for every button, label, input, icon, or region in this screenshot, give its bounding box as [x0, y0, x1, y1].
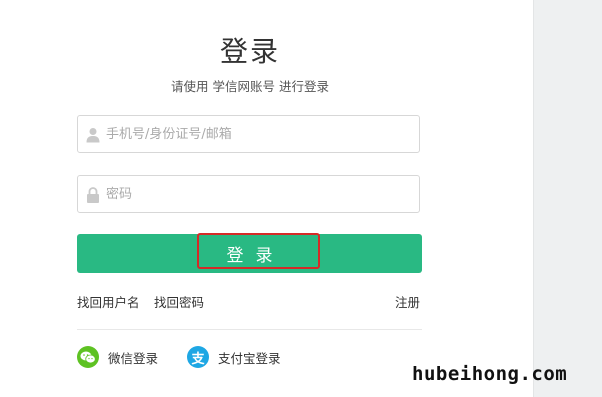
user-icon [86, 128, 100, 143]
username-input[interactable] [106, 116, 406, 152]
wechat-icon [77, 346, 99, 368]
alipay-icon: 支 [187, 346, 209, 368]
divider [77, 329, 422, 330]
password-field[interactable] [77, 175, 420, 213]
find-username-link[interactable]: 找回用户名 [77, 292, 140, 311]
alipay-login-label: 支付宝登录 [218, 350, 281, 366]
page-title: 登录 [219, 35, 280, 68]
password-input[interactable] [106, 176, 406, 212]
username-field[interactable] [77, 115, 420, 153]
wechat-login-label: 微信登录 [108, 350, 159, 366]
lock-icon [87, 187, 99, 203]
find-password-link[interactable]: 找回密码 [154, 292, 204, 311]
login-button[interactable]: 登录 [77, 234, 422, 273]
watermark-text: hubeihong.com [412, 363, 568, 385]
alipay-login[interactable]: 支 支付宝登录 [187, 345, 281, 369]
register-link[interactable]: 注册 [395, 292, 420, 311]
wechat-login[interactable]: 微信登录 [77, 345, 158, 369]
right-side-panel [533, 0, 602, 397]
login-subtitle: 请使用 学信网账号 进行登录 [171, 79, 329, 94]
